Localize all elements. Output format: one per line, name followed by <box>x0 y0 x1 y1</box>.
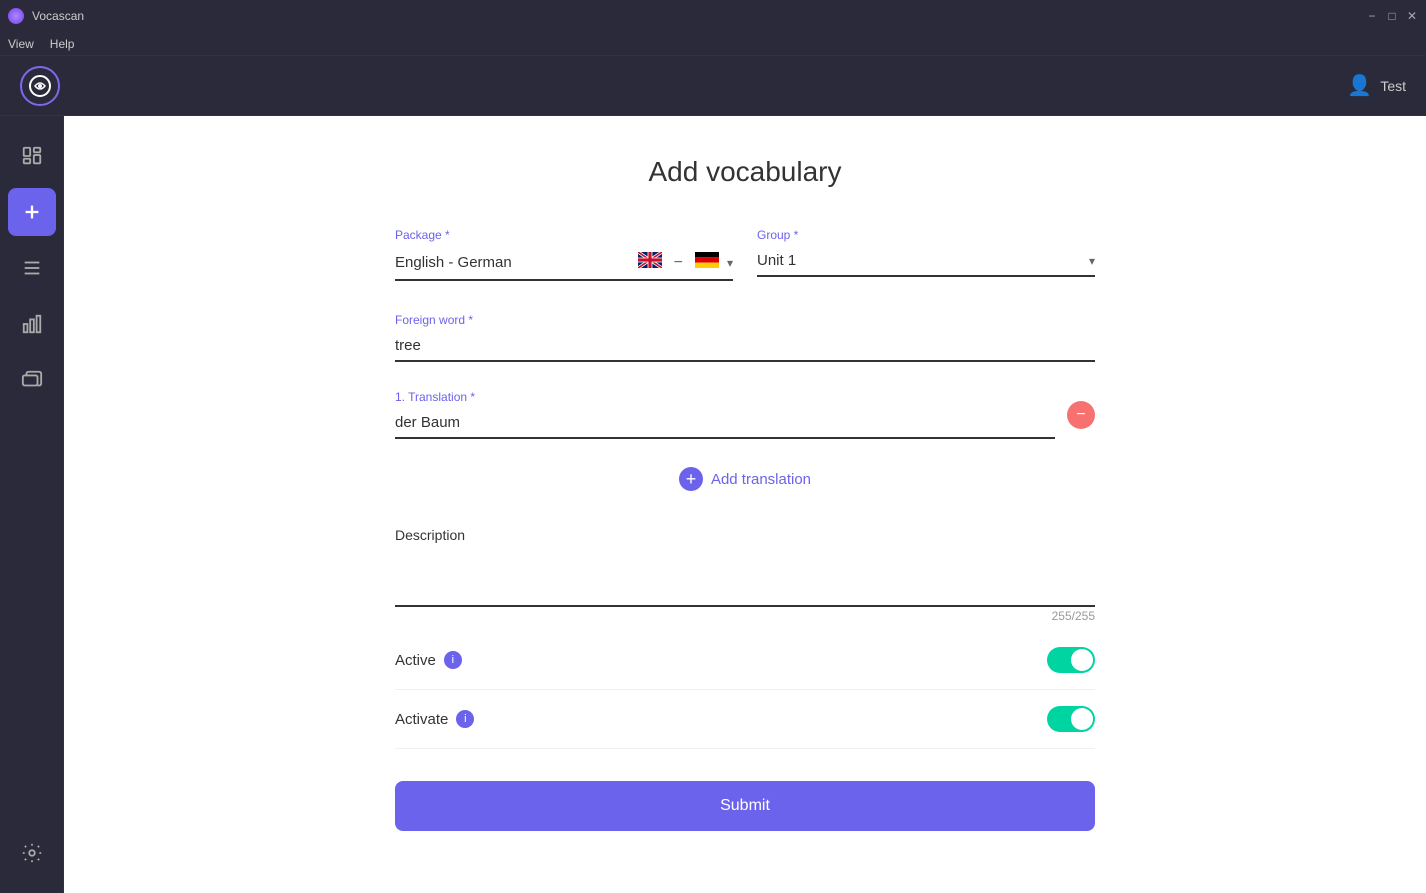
activate-info-icon[interactable]: i <box>456 710 474 728</box>
add-translation-button[interactable]: + Add translation <box>395 455 1095 503</box>
package-field: Package * English - German <box>395 228 733 281</box>
sidebar-item-cards[interactable] <box>8 356 56 404</box>
package-dropdown-icon: ▾ <box>727 256 733 270</box>
active-info-icon[interactable]: i <box>444 651 462 669</box>
char-count: 255/255 <box>395 609 1095 623</box>
submit-button[interactable]: Submit <box>395 781 1095 831</box>
activate-toggle[interactable] <box>1047 706 1095 732</box>
titlebar-controls: − □ ✕ <box>1366 10 1418 22</box>
flag-uk-icon <box>638 252 662 273</box>
description-textarea[interactable] <box>395 547 1095 607</box>
menubar: View Help <box>0 32 1426 56</box>
menu-view[interactable]: View <box>8 37 34 51</box>
sidebar-item-add[interactable] <box>8 188 56 236</box>
main-layout: Add vocabulary Package * English - Germa… <box>0 116 1426 893</box>
sidebar-item-library[interactable] <box>8 132 56 180</box>
package-label: Package * <box>395 228 733 242</box>
sidebar-item-list[interactable] <box>8 244 56 292</box>
titlebar: Vocascan − □ ✕ <box>0 0 1426 32</box>
activate-label: Activate <box>395 711 448 728</box>
group-dropdown-icon: ▾ <box>1089 254 1095 268</box>
sidebar-item-settings[interactable] <box>8 829 56 877</box>
sidebar <box>0 116 64 893</box>
menu-help[interactable]: Help <box>50 37 75 51</box>
group-value: Unit 1 <box>757 252 1089 269</box>
group-field: Group * Unit 1 ▾ <box>757 228 1095 281</box>
content-area: Add vocabulary Package * English - Germa… <box>64 116 1426 893</box>
foreign-word-label: Foreign word * <box>395 313 1095 327</box>
user-info: 👤 Test <box>1347 73 1406 98</box>
header: 👤 Test <box>0 56 1426 116</box>
remove-translation-button[interactable]: − <box>1067 401 1095 429</box>
package-value: English - German <box>395 254 630 271</box>
package-group-row: Package * English - German <box>395 228 1095 281</box>
form-section: Add vocabulary Package * English - Germa… <box>395 156 1095 831</box>
activate-toggle-row: Activate i <box>395 690 1095 749</box>
close-button[interactable]: ✕ <box>1406 10 1418 22</box>
package-select[interactable]: English - German − <box>395 246 733 281</box>
titlebar-left: Vocascan <box>8 8 84 24</box>
add-translation-label: Add translation <box>711 471 811 488</box>
translation-field: 1. Translation * <box>395 390 1095 439</box>
translation-label: 1. Translation * <box>395 390 1055 404</box>
group-label: Group * <box>757 228 1095 242</box>
active-toggle-row: Active i <box>395 631 1095 690</box>
description-field: Description 255/255 <box>395 527 1095 623</box>
user-name: Test <box>1380 78 1406 94</box>
titlebar-title: Vocascan <box>32 9 84 23</box>
foreign-word-field: Foreign word * <box>395 313 1095 362</box>
maximize-button[interactable]: □ <box>1386 10 1398 22</box>
translation-row: 1. Translation * − <box>395 390 1095 439</box>
add-translation-icon: + <box>679 467 703 491</box>
app-icon <box>20 66 60 106</box>
description-label: Description <box>395 527 1095 543</box>
activate-label-group: Activate i <box>395 710 474 728</box>
dash-separator: − <box>674 254 683 272</box>
page-title: Add vocabulary <box>395 156 1095 188</box>
user-icon: 👤 <box>1347 73 1372 98</box>
active-toggle[interactable] <box>1047 647 1095 673</box>
foreign-word-input[interactable] <box>395 331 1095 362</box>
flag-de-icon <box>695 252 719 273</box>
sidebar-item-stats[interactable] <box>8 300 56 348</box>
active-label-group: Active i <box>395 651 462 669</box>
app-logo <box>8 8 24 24</box>
group-select[interactable]: Unit 1 ▾ <box>757 246 1095 277</box>
active-label: Active <box>395 652 436 669</box>
minimize-button[interactable]: − <box>1366 10 1378 22</box>
translation-input[interactable] <box>395 408 1055 439</box>
